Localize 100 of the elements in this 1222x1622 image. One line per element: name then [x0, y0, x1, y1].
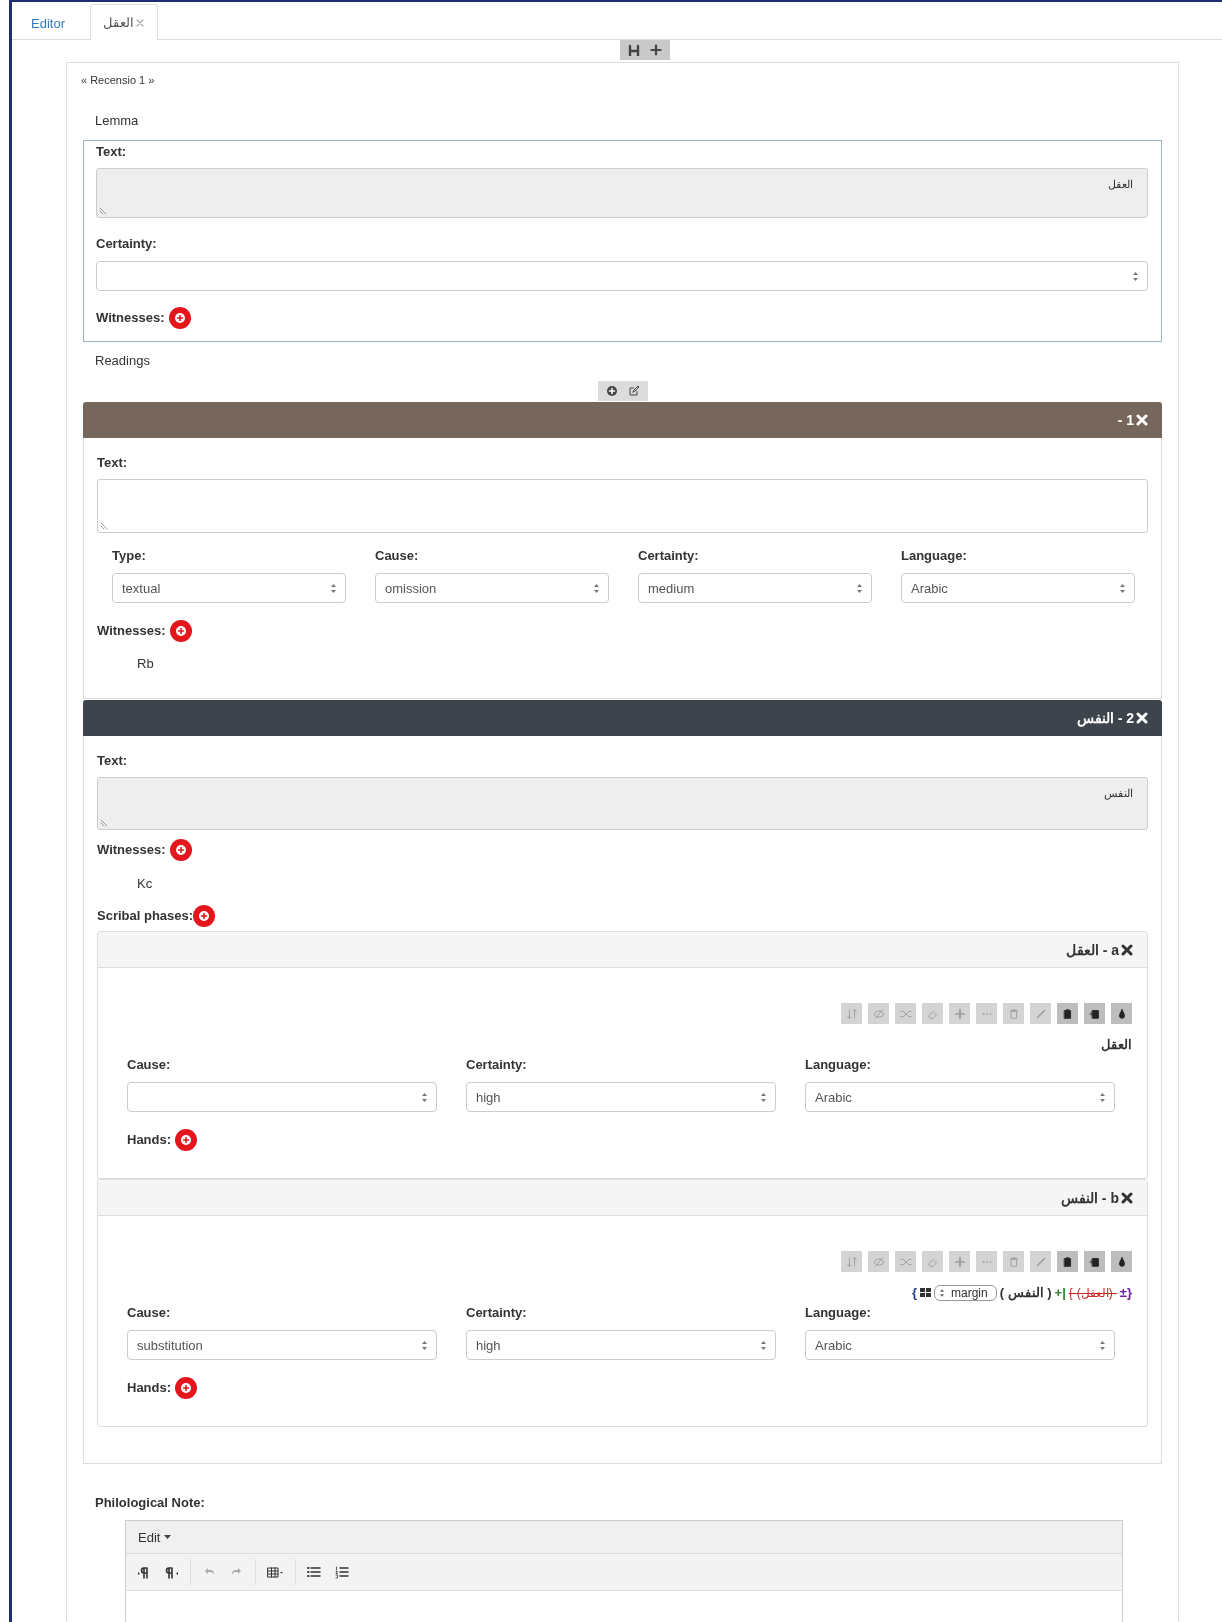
eye-slash-icon	[872, 1007, 885, 1020]
plus-icon	[180, 1134, 193, 1146]
tool-button[interactable]	[1111, 1251, 1132, 1272]
tool-button[interactable]	[1057, 1003, 1078, 1024]
section-heading: Readings	[95, 353, 151, 369]
select-field[interactable]: high	[466, 1082, 776, 1112]
text-field[interactable]: العقل	[96, 168, 1148, 218]
field-label: Certainty:	[466, 1305, 528, 1321]
resize-grip-icon	[100, 522, 108, 530]
table-icon	[267, 1565, 284, 1579]
recensio-title: « Recensio 1 »	[81, 73, 156, 87]
resize-grip-icon	[100, 819, 108, 827]
select-field[interactable]: medium	[638, 573, 872, 603]
field-label: Language:	[901, 548, 968, 564]
tool-button[interactable]	[1084, 1003, 1105, 1024]
clipboard-icon	[1088, 1007, 1101, 1020]
clipboard-icon	[1061, 1007, 1074, 1020]
plus-icon	[173, 312, 186, 324]
updown-icon	[760, 1091, 767, 1103]
add-button[interactable]	[175, 1377, 198, 1399]
field-label: Language:	[805, 1057, 872, 1073]
select-field[interactable]: substitution	[127, 1330, 437, 1360]
field-label: Type:	[112, 548, 147, 564]
reading-title: 2 - النفس	[1076, 710, 1134, 726]
caret-icon	[164, 1535, 172, 1539]
tool-button[interactable]	[1057, 1251, 1078, 1272]
field-label: Text:	[97, 753, 129, 769]
updown-icon	[421, 1091, 428, 1103]
field-label: Certainty:	[638, 548, 700, 564]
updown-icon	[330, 582, 337, 594]
pencil-icon	[1034, 1007, 1047, 1020]
plus-icon	[650, 44, 662, 56]
field-label: Cause:	[127, 1305, 172, 1321]
field-label: Hands:	[127, 1380, 172, 1396]
sort-icon	[845, 1007, 858, 1020]
phase-title: b - النفس	[1061, 1189, 1119, 1206]
resize-grip-icon	[99, 207, 107, 215]
select-field[interactable]	[127, 1082, 437, 1112]
updown-icon	[1119, 582, 1126, 594]
plus-icon	[174, 625, 187, 637]
plus-icon	[180, 1382, 193, 1394]
updown-icon	[1099, 1339, 1106, 1351]
witness-name: Kc	[137, 876, 154, 892]
witness-name: Rb	[137, 656, 155, 672]
numbered-list-icon	[335, 1565, 349, 1579]
add-button[interactable]	[193, 905, 216, 927]
plus-circle-icon	[605, 385, 618, 397]
add-button[interactable]	[169, 620, 192, 642]
markup-text: العقل	[1101, 1036, 1132, 1054]
updown-icon	[1099, 1091, 1106, 1103]
updown-icon	[938, 1288, 945, 1298]
select-field[interactable]	[96, 261, 1148, 291]
eye-slash-icon	[872, 1255, 885, 1268]
field-label: Witnesses:	[97, 842, 166, 858]
select-field[interactable]: Arabic	[901, 573, 1135, 603]
markup-text: ±}	[1119, 1284, 1132, 1302]
tab[interactable]: Editor	[18, 5, 78, 40]
edit-icon	[627, 385, 640, 397]
select-field[interactable]: margin	[933, 1285, 997, 1301]
plus-icon	[953, 1255, 966, 1268]
close-icon[interactable]	[1121, 943, 1133, 956]
bullet-list-icon	[307, 1565, 321, 1579]
field-label: Witnesses:	[96, 310, 165, 326]
text-field[interactable]	[97, 479, 1148, 533]
select-field[interactable]: high	[466, 1330, 776, 1360]
tool-button[interactable]	[1084, 1251, 1105, 1272]
add-button[interactable]	[175, 1129, 198, 1151]
select-field[interactable]: Arabic	[805, 1082, 1115, 1112]
clipboard-icon	[1061, 1255, 1074, 1268]
field-label: Scribal phases:	[97, 908, 194, 924]
section-heading: Lemma	[95, 113, 140, 129]
updown-icon	[421, 1339, 428, 1351]
plus-icon	[198, 910, 211, 922]
close-icon[interactable]	[1121, 1191, 1133, 1204]
sort-icon	[845, 1255, 858, 1268]
plus-icon	[174, 844, 187, 856]
plus-icon	[953, 1007, 966, 1020]
field-label: Philological Note:	[95, 1495, 206, 1511]
text-field[interactable]: النفس	[97, 777, 1148, 830]
updown-icon	[1132, 270, 1139, 282]
select-field[interactable]: omission	[375, 573, 609, 603]
field-label: Hands:	[127, 1132, 172, 1148]
tool-button[interactable]	[1111, 1003, 1132, 1024]
add-button[interactable]	[168, 307, 191, 329]
markup-text: ( النفس )	[999, 1284, 1052, 1302]
trash-icon	[1007, 1255, 1020, 1268]
trash-icon	[1007, 1007, 1020, 1020]
deleted-text: {-(العقل)-	[1068, 1285, 1117, 1302]
add-button[interactable]	[169, 839, 192, 861]
field-label: Text:	[96, 144, 128, 160]
rtl-paragraph-icon	[165, 1565, 179, 1579]
tab[interactable]: العقل	[89, 4, 158, 40]
field-label: Text:	[97, 455, 129, 471]
markup-text: {	[911, 1284, 917, 1302]
select-field[interactable]: Arabic	[805, 1330, 1115, 1360]
ltr-paragraph-icon	[137, 1565, 151, 1579]
field-label: Witnesses:	[97, 623, 166, 639]
menu-button[interactable]: Edit	[134, 1527, 176, 1547]
select-field[interactable]: textual	[112, 573, 346, 603]
markup-text: +|	[1054, 1284, 1066, 1302]
